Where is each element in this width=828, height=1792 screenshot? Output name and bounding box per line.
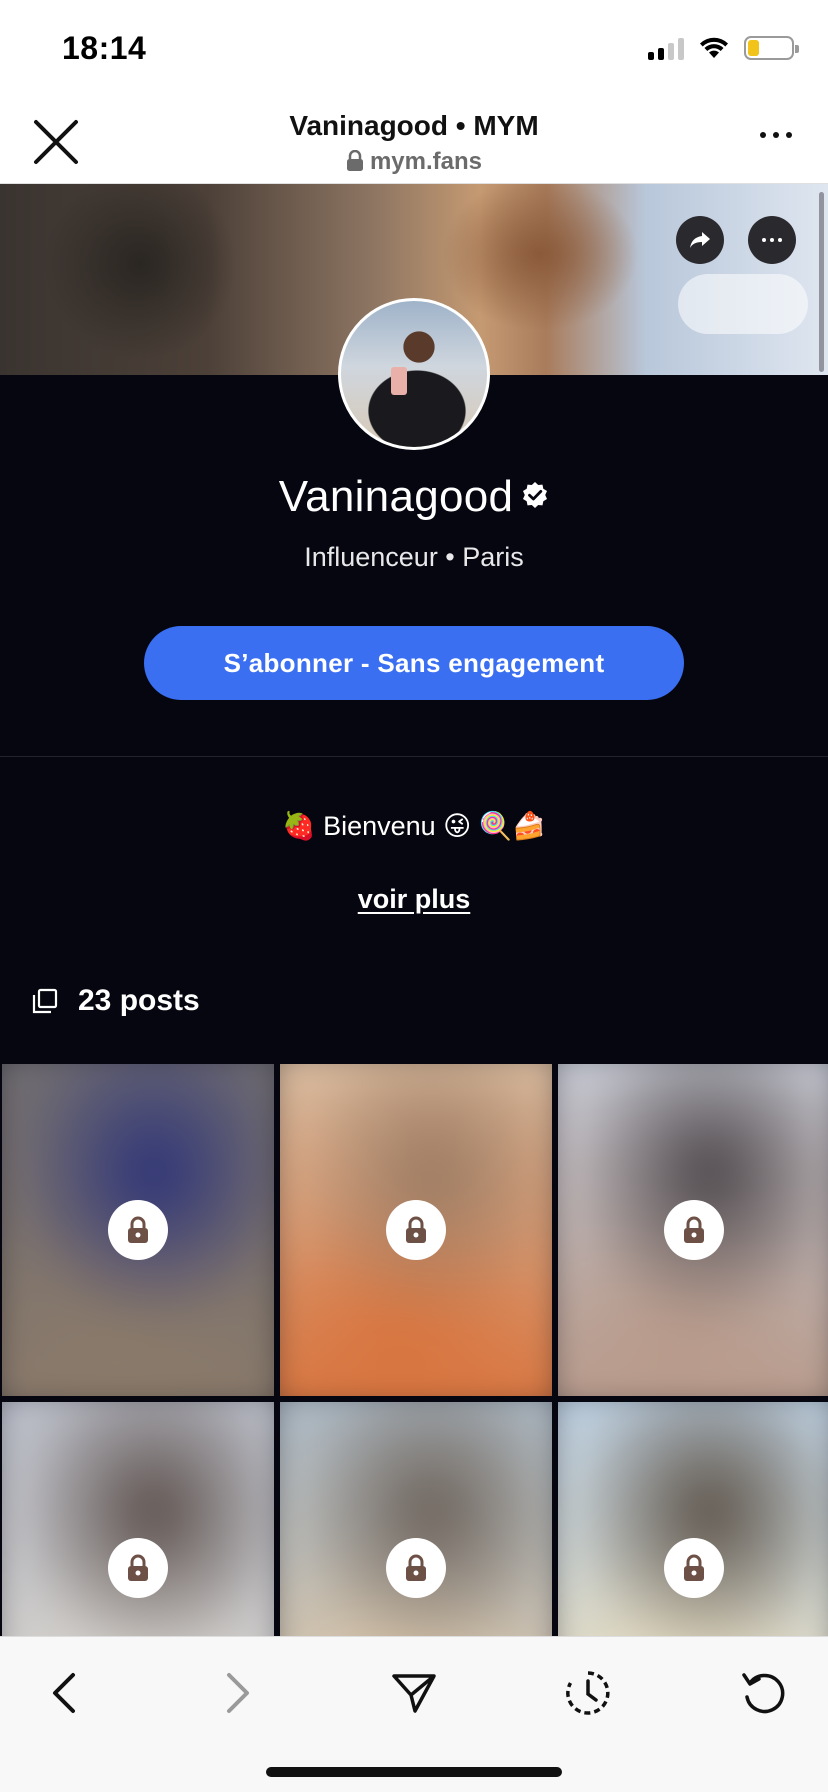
- lock-icon: [346, 149, 363, 171]
- cellular-signal-icon: [648, 36, 684, 60]
- subscribe-button[interactable]: S’abonner - Sans engagement: [144, 626, 684, 700]
- post-tile[interactable]: [558, 1402, 828, 1636]
- locked-badge: [386, 1538, 446, 1598]
- lock-icon: [128, 1216, 148, 1243]
- post-tile[interactable]: [2, 1064, 274, 1396]
- status-time: 18:14: [62, 30, 147, 66]
- profile-name-text: Vaninagood: [278, 472, 514, 521]
- back-button[interactable]: [36, 1665, 92, 1721]
- divider: [0, 756, 828, 757]
- wifi-icon: [700, 37, 728, 58]
- see-more-link[interactable]: voir plus: [0, 884, 828, 915]
- posts-count-label: 23 posts: [78, 984, 200, 1017]
- profile-bio: 🍓 Bienvenu 😜 🍭🍰: [281, 811, 547, 841]
- blurred-post-thumbnail: [2, 1402, 274, 1636]
- history-button[interactable]: [560, 1665, 616, 1721]
- post-tile[interactable]: [2, 1402, 274, 1636]
- share-button[interactable]: [676, 216, 724, 264]
- post-tile[interactable]: [558, 1064, 828, 1396]
- send-button[interactable]: [386, 1665, 442, 1721]
- posts-stack-icon: [32, 988, 58, 1014]
- locked-badge: [108, 1538, 168, 1598]
- home-indicator[interactable]: [266, 1767, 562, 1777]
- post-tile[interactable]: [280, 1402, 552, 1636]
- lock-icon: [684, 1216, 704, 1243]
- more-options-button[interactable]: [760, 132, 792, 138]
- profile-page: Vaninagood Influenceur • Paris S’abonner…: [0, 184, 828, 1636]
- avatar[interactable]: [338, 298, 490, 450]
- lock-icon: [684, 1554, 704, 1581]
- reload-button[interactable]: [736, 1665, 792, 1721]
- lock-icon: [406, 1216, 426, 1243]
- send-icon: [392, 1674, 436, 1713]
- url-text: mym.fans: [369, 148, 483, 175]
- locked-badge: [108, 1200, 168, 1260]
- history-clock-icon: [566, 1671, 610, 1715]
- browser-header: Vaninagood • MYM mym.fans: [0, 96, 828, 184]
- blurred-post-thumbnail: [280, 1402, 552, 1636]
- locked-badge: [664, 1538, 724, 1598]
- verified-badge-icon: [523, 482, 548, 508]
- page-title: Vaninagood • MYM: [289, 110, 539, 141]
- profile-subtitle: Influenceur • Paris: [304, 542, 524, 572]
- share-arrow-icon: [690, 232, 710, 248]
- battery-icon: [744, 36, 799, 60]
- forward-button[interactable]: [210, 1665, 266, 1721]
- post-tile[interactable]: [280, 1064, 552, 1396]
- chevron-right-icon: [227, 1673, 249, 1713]
- posts-count: 23 posts: [32, 984, 200, 1018]
- lock-icon: [406, 1554, 426, 1581]
- scrollbar[interactable]: [819, 192, 824, 372]
- ellipsis-icon: [762, 238, 782, 242]
- status-icons: [648, 36, 799, 60]
- locked-badge: [386, 1200, 446, 1260]
- reload-icon: [742, 1673, 785, 1714]
- chevron-left-icon: [53, 1673, 75, 1713]
- status-bar: 18:14: [0, 0, 828, 96]
- lock-icon: [128, 1554, 148, 1581]
- profile-more-button[interactable]: [748, 216, 796, 264]
- locked-badge: [664, 1200, 724, 1260]
- profile-name: Vaninagood: [0, 472, 828, 522]
- url-display[interactable]: mym.fans: [0, 148, 828, 176]
- blurred-post-thumbnail: [558, 1402, 828, 1636]
- posts-grid: [0, 1064, 828, 1636]
